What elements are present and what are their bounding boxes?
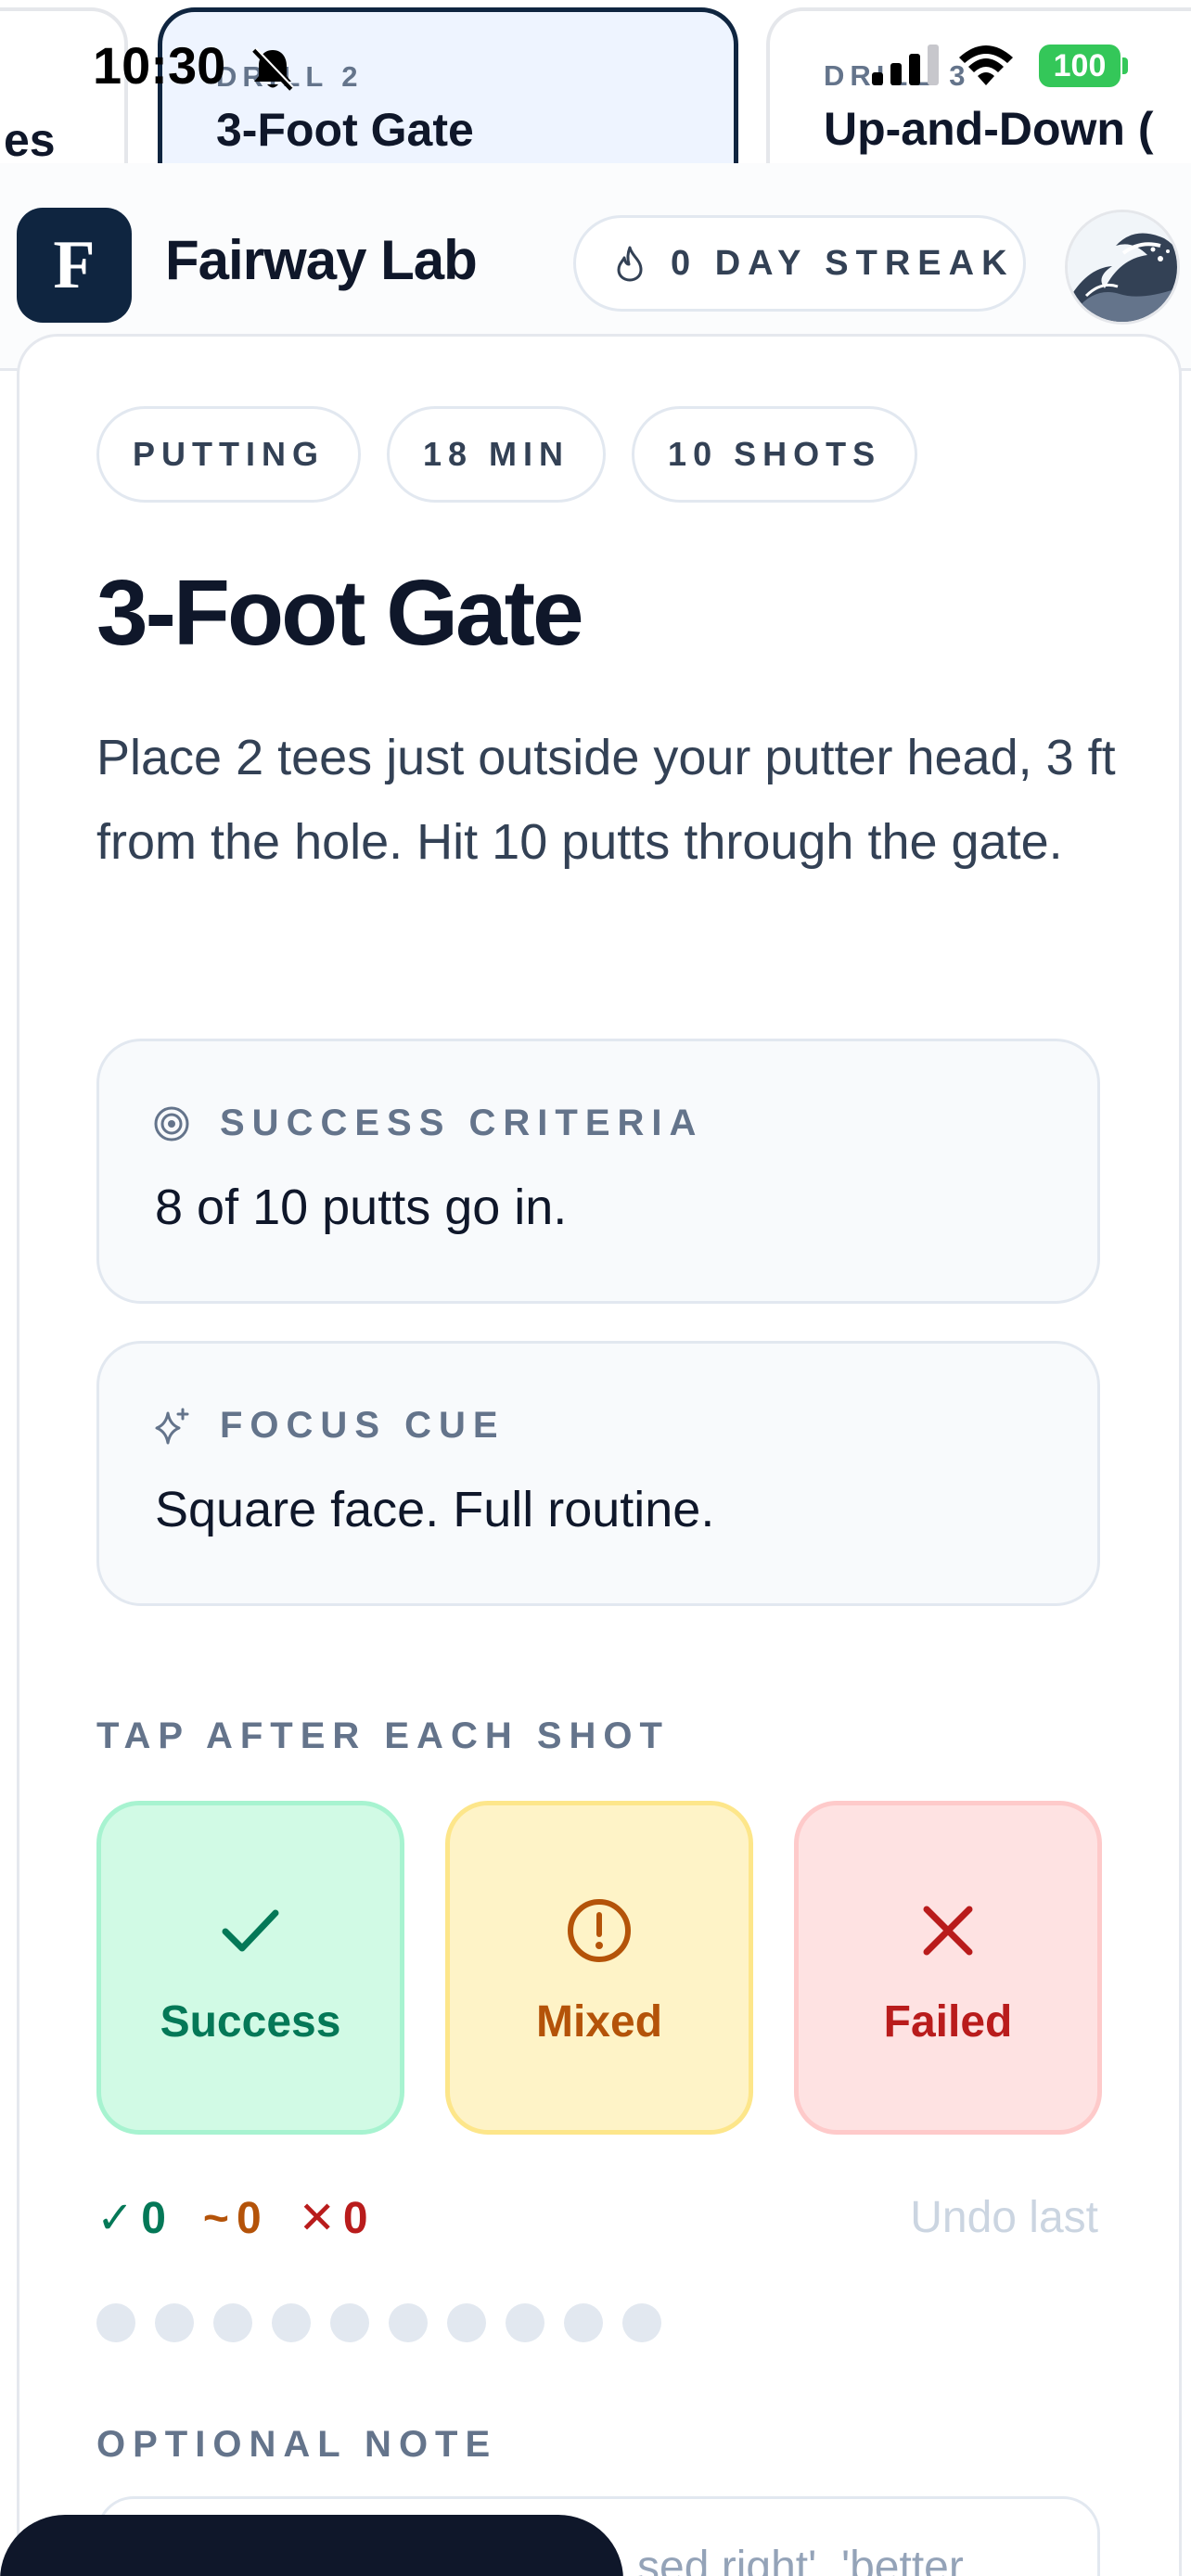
shot-progress-dot: [96, 2303, 135, 2342]
chip-duration: 18 MIN: [387, 406, 607, 503]
drill-card-title: Up-and-Down (: [824, 103, 1154, 155]
success-button[interactable]: Success: [96, 1801, 404, 2135]
focus-cue-box: FOCUS CUE Square face. Full routine.: [96, 1341, 1100, 1606]
success-criteria-label: SUCCESS CRITERIA: [220, 1103, 704, 1143]
shot-progress-dot: [622, 2303, 661, 2342]
shot-progress-dot: [564, 2303, 603, 2342]
sparkle-icon: [155, 1408, 189, 1444]
success-criteria-text: 8 of 10 putts go in.: [155, 1180, 568, 1235]
shot-progress-dot: [155, 2303, 194, 2342]
shot-tally: ✓ 0 ~0 ✕ 0: [96, 2192, 368, 2244]
shot-progress-dots: [96, 2303, 661, 2342]
failed-button[interactable]: Failed: [794, 1801, 1102, 2135]
drill-card-title: 3-Foot Gate: [216, 104, 474, 156]
shot-progress-dot: [389, 2303, 428, 2342]
shot-section-label: TAP AFTER EACH SHOT: [96, 1715, 670, 1756]
focus-cue-text: Square face. Full routine.: [155, 1482, 715, 1537]
app-logo[interactable]: F: [17, 208, 132, 323]
check-icon: [222, 1909, 279, 1952]
success-count: ✓ 0: [96, 2193, 166, 2244]
shot-progress-dot: [213, 2303, 252, 2342]
undo-last-button[interactable]: Undo last: [910, 2192, 1098, 2243]
target-icon: [154, 1106, 189, 1141]
failed-button-label: Failed: [883, 1997, 1013, 2047]
shot-progress-dot: [506, 2303, 544, 2342]
brand-name: Fairway Lab: [165, 229, 478, 291]
drill-title: 3-Foot Gate: [96, 561, 584, 665]
drill-kicker: DRILL 3: [824, 59, 971, 92]
note-section-label: OPTIONAL NOTE: [96, 2424, 498, 2465]
drill-card-current[interactable]: DRILL 2 3-Foot Gate: [158, 7, 738, 163]
drill-card-title: es: [4, 114, 56, 163]
shot-progress-dot: [272, 2303, 311, 2342]
streak-pill[interactable]: 0 DAY STREAK: [573, 215, 1026, 312]
flame-icon: [617, 246, 643, 282]
success-button-label: Success: [160, 1997, 341, 2047]
success-criteria-box: SUCCESS CRITERIA 8 of 10 putts go in.: [96, 1039, 1100, 1304]
shot-progress-dot: [447, 2303, 486, 2342]
great-wave-avatar-icon: [1068, 212, 1177, 322]
mixed-button-label: Mixed: [535, 1997, 663, 2047]
x-icon: [923, 1906, 973, 1956]
drill-description: Place 2 tees just outside your putter he…: [96, 730, 1116, 870]
drill-chips: PUTTING 18 MIN 10 SHOTS: [96, 406, 918, 503]
failed-count: ✕ 0: [298, 2193, 368, 2244]
mixed-button[interactable]: Mixed: [445, 1801, 753, 2135]
shot-progress-dot: [330, 2303, 369, 2342]
chip-shots: 10 SHOTS: [632, 406, 918, 503]
mixed-count: ~0: [202, 2193, 262, 2243]
drill-card-next[interactable]: DRILL 3 Up-and-Down (: [766, 7, 1191, 163]
drill-card-prev[interactable]: es: [0, 7, 128, 163]
alert-circle-icon: [568, 1899, 631, 1962]
drill-kicker: DRILL 2: [216, 60, 364, 93]
bottom-action-bar[interactable]: [0, 2515, 623, 2576]
avatar[interactable]: [1065, 210, 1180, 325]
drill-carousel[interactable]: es DRILL 2 3-Foot Gate DRILL 3 Up-and-Do…: [0, 0, 1191, 163]
streak-label: 0 DAY STREAK: [671, 243, 1015, 283]
chip-category: PUTTING: [96, 406, 361, 503]
focus-cue-label: FOCUS CUE: [220, 1405, 506, 1446]
